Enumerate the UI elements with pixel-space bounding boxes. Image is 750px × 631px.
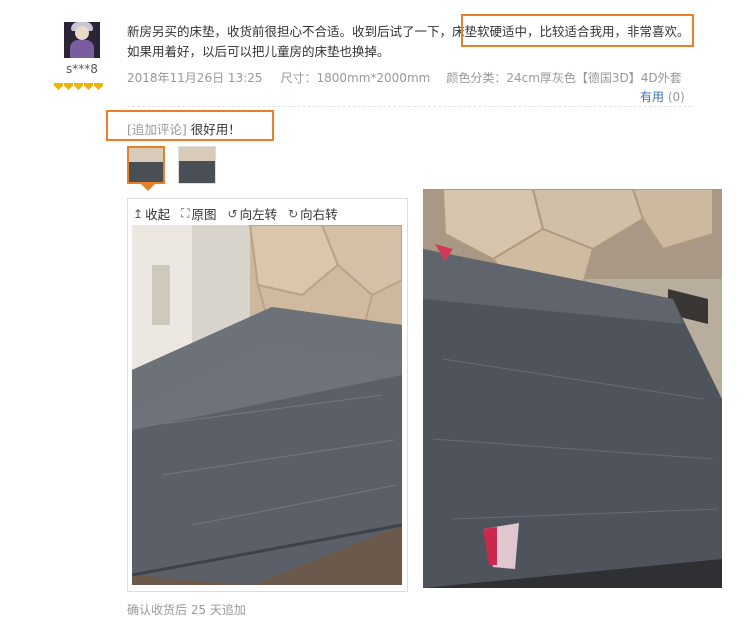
divider xyxy=(127,106,692,107)
append-text: 很好用！ xyxy=(190,122,241,137)
expand-icon: ⛶ xyxy=(181,206,190,220)
highlight-box xyxy=(461,14,694,47)
second-photo[interactable] xyxy=(423,189,722,588)
review-size: 尺寸：1800mm*2000mm xyxy=(280,71,431,85)
useful-count: (0) xyxy=(667,90,685,104)
append-comment: [追加评论] 很好用！ xyxy=(127,119,241,138)
arrow-up-icon: ↥ xyxy=(133,206,144,221)
avatar[interactable] xyxy=(64,22,100,58)
append-tag: [追加评论] xyxy=(127,122,187,137)
selected-arrow-icon xyxy=(141,184,155,191)
rotate-left-button[interactable]: ↺ 向左转 xyxy=(228,204,278,223)
rotate-left-label: 向左转 xyxy=(239,207,278,222)
rotate-left-icon: ↺ xyxy=(227,206,238,221)
rotate-right-button[interactable]: ↻ 向右转 xyxy=(288,204,338,223)
collapse-button[interactable]: ↥ 收起 xyxy=(133,204,170,223)
rank-icon xyxy=(54,83,103,90)
collapse-label: 收起 xyxy=(145,207,171,222)
append-time-note: 确认收货后 25 天追加 xyxy=(127,603,246,617)
rotate-right-label: 向右转 xyxy=(300,207,338,222)
photo-thumbnail-1[interactable] xyxy=(127,146,165,184)
useful-link[interactable]: 有用 xyxy=(640,90,664,104)
original-label: 原图 xyxy=(191,207,217,222)
rotate-right-icon: ↻ xyxy=(288,206,299,221)
review-meta: 2018年11月26日 13:25 尺寸：1800mm*2000mm 颜色分类：24… xyxy=(127,69,682,86)
viewer-toolbar: ↥ 收起 ⛶ 原图 ↺ 向左转 ↻ 向右转 xyxy=(133,204,338,223)
review-date: 2018年11月26日 13:25 xyxy=(127,71,263,85)
enlarged-photo[interactable] xyxy=(132,225,402,585)
useful-counter: 有用 (0) xyxy=(640,88,685,105)
username: s***8 xyxy=(66,62,98,76)
original-image-button[interactable]: ⛶ 原图 xyxy=(181,204,216,223)
review-color: 颜色分类：24cm厚灰色【德国3D】4D外套 xyxy=(446,71,682,85)
photo-thumbnail-2[interactable] xyxy=(178,146,216,184)
